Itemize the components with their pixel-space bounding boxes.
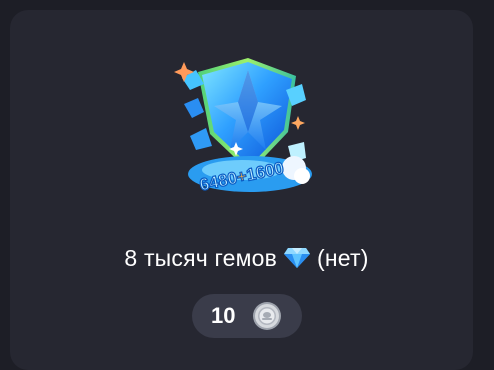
item-title-text: 8 тысяч гемов xyxy=(124,245,278,271)
gem-pack-icon: 6480+1600 xyxy=(174,58,312,195)
price-button[interactable]: 10 xyxy=(192,294,302,338)
diamond-icon xyxy=(284,248,311,268)
product-card[interactable]: 6480+1600 8 тысяч гемов (нет) 10 xyxy=(10,10,473,370)
item-title-suffix: (нет) xyxy=(317,245,369,271)
silver-coin-icon xyxy=(253,302,281,330)
item-title: 8 тысяч гемов (нет) xyxy=(10,241,483,275)
price-value: 10 xyxy=(211,303,236,328)
